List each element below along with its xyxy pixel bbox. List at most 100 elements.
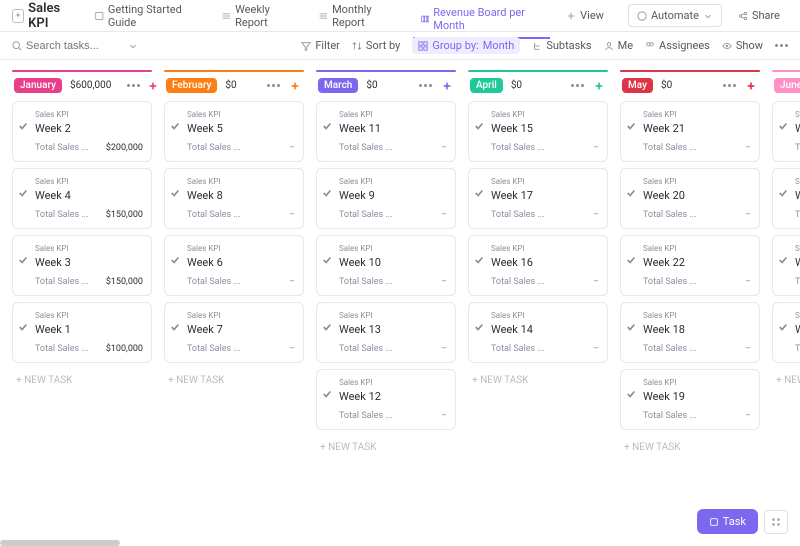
column-add-button[interactable] — [744, 79, 758, 93]
card-field-label: Total Sales ... — [339, 344, 393, 354]
task-card[interactable]: Sales KPIWeek 21Total Sales ...– — [620, 101, 760, 162]
search-box[interactable] — [12, 40, 138, 52]
sort-button[interactable]: Sort by — [352, 39, 400, 52]
task-card[interactable]: Sales KPIWeek 25Total Sales ...– — [772, 101, 800, 162]
new-task-button[interactable]: + NEW TASK — [772, 369, 800, 392]
check-icon[interactable] — [474, 321, 486, 333]
task-card[interactable]: Sales KPIWeek 13Total Sales ...– — [316, 302, 456, 363]
show-button[interactable]: Show — [722, 39, 763, 52]
task-card[interactable]: Sales KPIWeek 4Total Sales ...$150,000 — [12, 168, 152, 229]
task-card[interactable]: Sales KPIWeek 15Total Sales ...– — [468, 101, 608, 162]
tab-view-add[interactable]: View — [558, 3, 612, 28]
tab-weekly-report[interactable]: Weekly Report — [214, 0, 303, 35]
check-icon[interactable] — [778, 120, 790, 132]
check-icon[interactable] — [474, 187, 486, 199]
task-card[interactable]: Sales KPIWeek 20Total Sales ...– — [620, 168, 760, 229]
tab-revenue-board[interactable]: Revenue Board per Month — [413, 0, 551, 39]
search-input[interactable] — [26, 40, 106, 52]
check-icon[interactable] — [778, 254, 790, 266]
check-icon[interactable] — [626, 321, 638, 333]
assignees-button[interactable]: Assignees — [645, 39, 710, 52]
group-by-button[interactable]: Group by: Month — [412, 37, 520, 54]
grid-button[interactable] — [764, 510, 788, 534]
month-pill[interactable]: April — [470, 78, 503, 93]
check-icon[interactable] — [322, 254, 334, 266]
task-card[interactable]: Sales KPIWeek 14Total Sales ...– — [468, 302, 608, 363]
task-card[interactable]: Sales KPIWeek 23Total Sales ...– — [772, 235, 800, 296]
horizontal-scrollbar[interactable] — [0, 540, 120, 546]
task-card[interactable]: Sales KPIWeek 10Total Sales ...– — [316, 235, 456, 296]
column-add-button[interactable] — [288, 79, 302, 93]
me-button[interactable]: Me — [604, 39, 633, 52]
check-icon[interactable] — [322, 187, 334, 199]
tab-monthly-report[interactable]: Monthly Report — [311, 0, 404, 35]
new-task-button[interactable]: + NEW TASK — [316, 436, 456, 459]
check-icon[interactable] — [474, 120, 486, 132]
check-icon[interactable] — [322, 120, 334, 132]
task-card[interactable]: Sales KPIWeek 6Total Sales ...– — [164, 235, 304, 296]
month-pill[interactable]: May — [622, 78, 653, 93]
new-task-button[interactable]: + NEW TASK — [164, 369, 304, 392]
new-task-button[interactable]: + NEW TASK — [12, 369, 152, 392]
card-title: Week 12 — [339, 390, 447, 403]
column-more-icon[interactable] — [127, 84, 140, 87]
check-icon[interactable] — [18, 321, 30, 333]
month-pill[interactable]: March — [318, 78, 358, 93]
check-icon[interactable] — [778, 187, 790, 199]
task-card[interactable]: Sales KPIWeek 1Total Sales ...$100,000 — [12, 302, 152, 363]
column-add-button[interactable] — [592, 79, 606, 93]
check-icon[interactable] — [474, 254, 486, 266]
column-more-icon[interactable] — [419, 84, 432, 87]
task-card[interactable]: Sales KPIWeek 18Total Sales ...– — [620, 302, 760, 363]
month-pill[interactable]: January — [14, 78, 62, 93]
task-card[interactable]: Sales KPIWeek 3Total Sales ...$150,000 — [12, 235, 152, 296]
more-options[interactable] — [775, 44, 788, 47]
column-add-button[interactable] — [440, 79, 454, 93]
task-card[interactable]: Sales KPIWeek 2Total Sales ...$200,000 — [12, 101, 152, 162]
task-card[interactable]: Sales KPIWeek 9Total Sales ...– — [316, 168, 456, 229]
card-title: Week 6 — [187, 256, 295, 269]
task-card[interactable]: Sales KPIWeek 11Total Sales ...– — [316, 101, 456, 162]
column-add-button[interactable] — [148, 79, 158, 93]
check-icon[interactable] — [170, 120, 182, 132]
task-card[interactable]: Sales KPIWeek 22Total Sales ...– — [620, 235, 760, 296]
task-card[interactable]: Sales KPIWeek 19Total Sales ...– — [620, 369, 760, 430]
task-card[interactable]: Sales KPIWeek 7Total Sales ...– — [164, 302, 304, 363]
task-card[interactable]: Sales KPIWeek 12Total Sales ...– — [316, 369, 456, 430]
filter-button[interactable]: Filter — [301, 39, 340, 52]
check-icon[interactable] — [18, 120, 30, 132]
check-icon[interactable] — [626, 120, 638, 132]
board[interactable]: January$600,000Sales KPIWeek 2Total Sale… — [0, 60, 800, 530]
month-pill[interactable]: June — [774, 78, 800, 93]
card-row: Total Sales ...– — [795, 210, 800, 220]
check-icon[interactable] — [18, 187, 30, 199]
column-more-icon[interactable] — [723, 84, 736, 87]
task-card[interactable]: Sales KPIWeek 16Total Sales ...– — [468, 235, 608, 296]
task-card[interactable]: Sales KPIWeek 17Total Sales ...– — [468, 168, 608, 229]
subtasks-button[interactable]: Subtasks — [532, 39, 591, 52]
task-card[interactable]: Sales KPIWeek 5Total Sales ...– — [164, 101, 304, 162]
tab-getting-started[interactable]: Getting Started Guide — [87, 0, 206, 35]
check-icon[interactable] — [626, 187, 638, 199]
check-icon[interactable] — [626, 254, 638, 266]
month-pill[interactable]: February — [166, 78, 217, 93]
task-card[interactable]: Sales KPIWeek 24Total Sales ...– — [772, 168, 800, 229]
column-more-icon[interactable] — [267, 84, 280, 87]
check-icon[interactable] — [322, 388, 334, 400]
task-card[interactable]: Sales KPIWeek 8Total Sales ...– — [164, 168, 304, 229]
check-icon[interactable] — [170, 321, 182, 333]
task-card[interactable]: Sales KPIWeek 26Total Sales ...– — [772, 302, 800, 363]
new-task-fab[interactable]: Task — [697, 509, 758, 534]
chevron-down-icon[interactable] — [128, 41, 138, 51]
check-icon[interactable] — [170, 187, 182, 199]
share-button[interactable]: Share — [730, 5, 788, 26]
check-icon[interactable] — [18, 254, 30, 266]
new-task-button[interactable]: + NEW TASK — [620, 436, 760, 459]
check-icon[interactable] — [322, 321, 334, 333]
column-more-icon[interactable] — [571, 84, 584, 87]
check-icon[interactable] — [626, 388, 638, 400]
check-icon[interactable] — [170, 254, 182, 266]
automate-button[interactable]: Automate — [628, 4, 722, 27]
new-task-button[interactable]: + NEW TASK — [468, 369, 608, 392]
check-icon[interactable] — [778, 321, 790, 333]
